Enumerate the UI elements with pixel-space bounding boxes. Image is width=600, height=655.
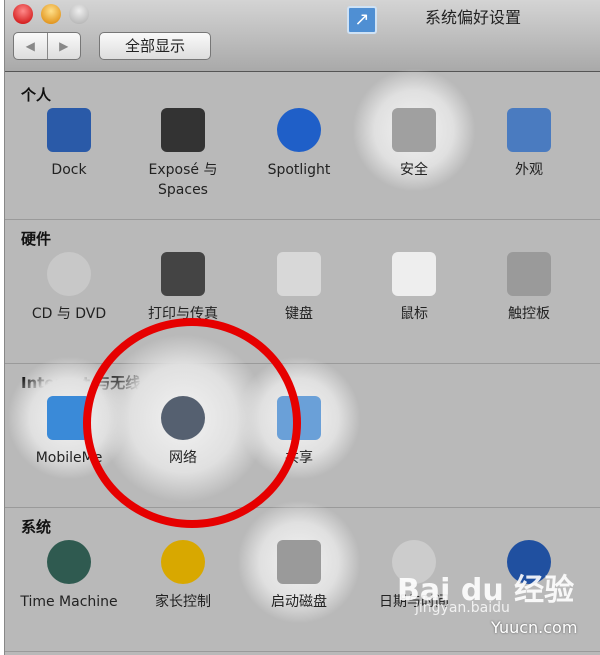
appearance-icon	[507, 108, 551, 152]
cd-icon	[47, 252, 91, 296]
pref-cd[interactable]: CD 与 DVD	[14, 252, 124, 324]
printer-icon	[161, 252, 205, 296]
forward-button[interactable]: ▶	[48, 33, 81, 59]
section-title: 硬件	[21, 230, 52, 248]
pref-label: 外观	[515, 162, 543, 178]
pref-appearance[interactable]: 外观	[474, 108, 584, 180]
pref-expose[interactable]: Exposé 与 Spaces	[128, 108, 238, 200]
pref-mouse[interactable]: 鼠标	[359, 252, 469, 324]
section-1: 硬件 CD 与 DVD 打印与传真键盘 鼠标 触控板	[5, 220, 600, 364]
pref-label: CD 与 DVD	[31, 306, 107, 322]
pref-security-house[interactable]: 安全	[359, 108, 469, 180]
pref-keyboard[interactable]: 键盘	[244, 252, 354, 324]
section-title: 个人	[21, 86, 52, 104]
pref-spotlight[interactable]: Spotlight	[244, 108, 354, 180]
pref-dock[interactable]: Dock	[14, 108, 124, 180]
pref-time-machine[interactable]: Time Machine	[14, 540, 124, 612]
pref-trackpad[interactable]: 触控板	[474, 252, 584, 324]
show-all-button[interactable]: 全部显示	[99, 32, 211, 60]
watermark-site: Yuucn.com	[491, 618, 578, 637]
window-title: 系统偏好设置	[425, 8, 522, 27]
pref-label: 鼠标	[400, 306, 428, 322]
minimize-button[interactable]	[41, 4, 61, 24]
pref-label: 启动磁盘	[271, 594, 327, 610]
keyboard-icon	[277, 252, 321, 296]
pref-label: 触控板	[508, 306, 550, 322]
pref-label: 家长控制	[155, 594, 211, 610]
back-button[interactable]: ◀	[14, 33, 48, 59]
pref-parental-controls[interactable]: 家长控制	[128, 540, 238, 612]
pref-startup-disk[interactable]: 启动磁盘	[244, 540, 354, 612]
section-0: 个人 Dock Exposé 与 Spaces Spotlight 安全 外观	[5, 68, 600, 220]
close-button[interactable]	[13, 4, 33, 24]
time-machine-icon	[47, 540, 91, 584]
pref-label: Time Machine	[20, 594, 118, 610]
startup-disk-icon	[277, 540, 321, 584]
pref-label: Spotlight	[267, 162, 331, 178]
pref-label: Exposé 与 Spaces	[148, 162, 218, 198]
pref-printer[interactable]: 打印与传真	[128, 252, 238, 324]
pref-label: 键盘	[285, 306, 313, 322]
pref-label: Dock	[51, 162, 87, 178]
mouse-icon	[392, 252, 436, 296]
nav-buttons: ◀ ▶	[13, 32, 81, 60]
expose-icon	[161, 108, 205, 152]
red-annotation-circle	[83, 318, 301, 528]
pref-label: 安全	[400, 162, 428, 178]
section-title: 系统	[21, 518, 52, 536]
dock-icon	[47, 108, 91, 152]
watermark-sub: jingyan.baidu	[415, 600, 510, 616]
app-icon: ↗	[347, 6, 377, 34]
trackpad-icon	[507, 252, 551, 296]
spotlight-icon	[277, 108, 321, 152]
toolbar: ↗ 系统偏好设置 ◀ ▶ 全部显示	[5, 0, 600, 72]
parental-controls-icon	[161, 540, 205, 584]
system-preferences-window: ↗ 系统偏好设置 ◀ ▶ 全部显示 个人 Dock Exposé 与 Spaces S…	[4, 0, 600, 655]
zoom-button[interactable]	[69, 4, 89, 24]
security-house-icon	[392, 108, 436, 152]
